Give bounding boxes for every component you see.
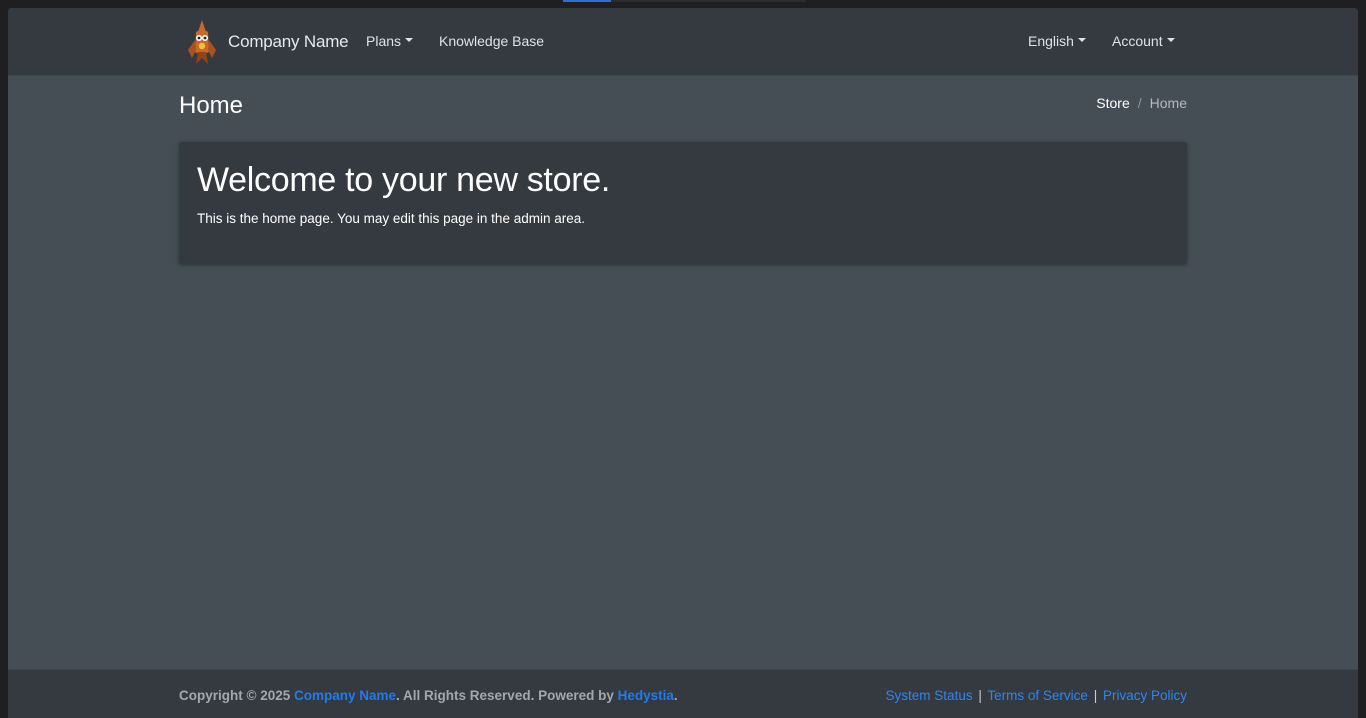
nav-plans-label: Plans <box>366 33 402 49</box>
nav-language-label: English <box>1028 33 1074 49</box>
footer: Copyright © 2025 Company Name. All Right… <box>8 669 1358 718</box>
rights-text: . All Rights Reserved. Powered by <box>396 688 614 703</box>
browser-tab-bar <box>611 0 806 2</box>
page-frame: Company Name Plans Knowledge Base Englis… <box>8 8 1358 718</box>
footer-company-link[interactable]: Company Name <box>294 688 396 703</box>
nav-account-dropdown[interactable]: Account <box>1112 33 1175 49</box>
breadcrumb-current: Home <box>1149 95 1187 111</box>
brand-name: Company Name <box>228 32 349 51</box>
footer-copyright: Copyright © 2025 Company Name. All Right… <box>179 688 678 703</box>
nav-plans-dropdown[interactable]: Plans <box>366 33 414 49</box>
footer-pipe: | <box>978 688 982 703</box>
footer-system-status-link[interactable]: System Status <box>886 688 973 703</box>
caret-down-icon <box>1166 38 1175 42</box>
caret-down-icon <box>405 38 414 42</box>
brand-link[interactable]: Company Name <box>186 18 349 66</box>
nav-language-dropdown[interactable]: English <box>1028 33 1086 49</box>
welcome-text: This is the home page. You may edit this… <box>197 211 585 227</box>
browser-tab-indicator <box>563 0 611 2</box>
nav-account-label: Account <box>1112 33 1163 49</box>
end-dot: . <box>673 688 678 703</box>
caret-down-icon <box>1077 38 1086 42</box>
breadcrumb: Store / Home <box>1096 95 1187 111</box>
nav-knowledge-base[interactable]: Knowledge Base <box>439 33 544 49</box>
footer-pipe: | <box>1093 688 1098 703</box>
footer-links: System Status | Terms of Service | Priva… <box>886 688 1187 703</box>
breadcrumb-store-link[interactable]: Store <box>1096 95 1129 111</box>
nav-knowledge-base-label: Knowledge Base <box>439 33 545 49</box>
navbar: Company Name Plans Knowledge Base Englis… <box>8 8 1358 76</box>
page-title: Home <box>179 92 244 119</box>
breadcrumb-separator: / <box>1137 95 1142 111</box>
footer-hedystia-link[interactable]: Hedystia <box>618 688 674 703</box>
welcome-title: Welcome to your new store. <box>197 161 610 199</box>
footer-privacy-link[interactable]: Privacy Policy <box>1103 688 1187 703</box>
rocket-logo-icon <box>188 20 216 64</box>
footer-terms-link[interactable]: Terms of Service <box>987 688 1088 703</box>
welcome-card: Welcome to your new store. This is the h… <box>179 142 1187 264</box>
copyright-prefix: Copyright © 2025 <box>179 688 291 703</box>
